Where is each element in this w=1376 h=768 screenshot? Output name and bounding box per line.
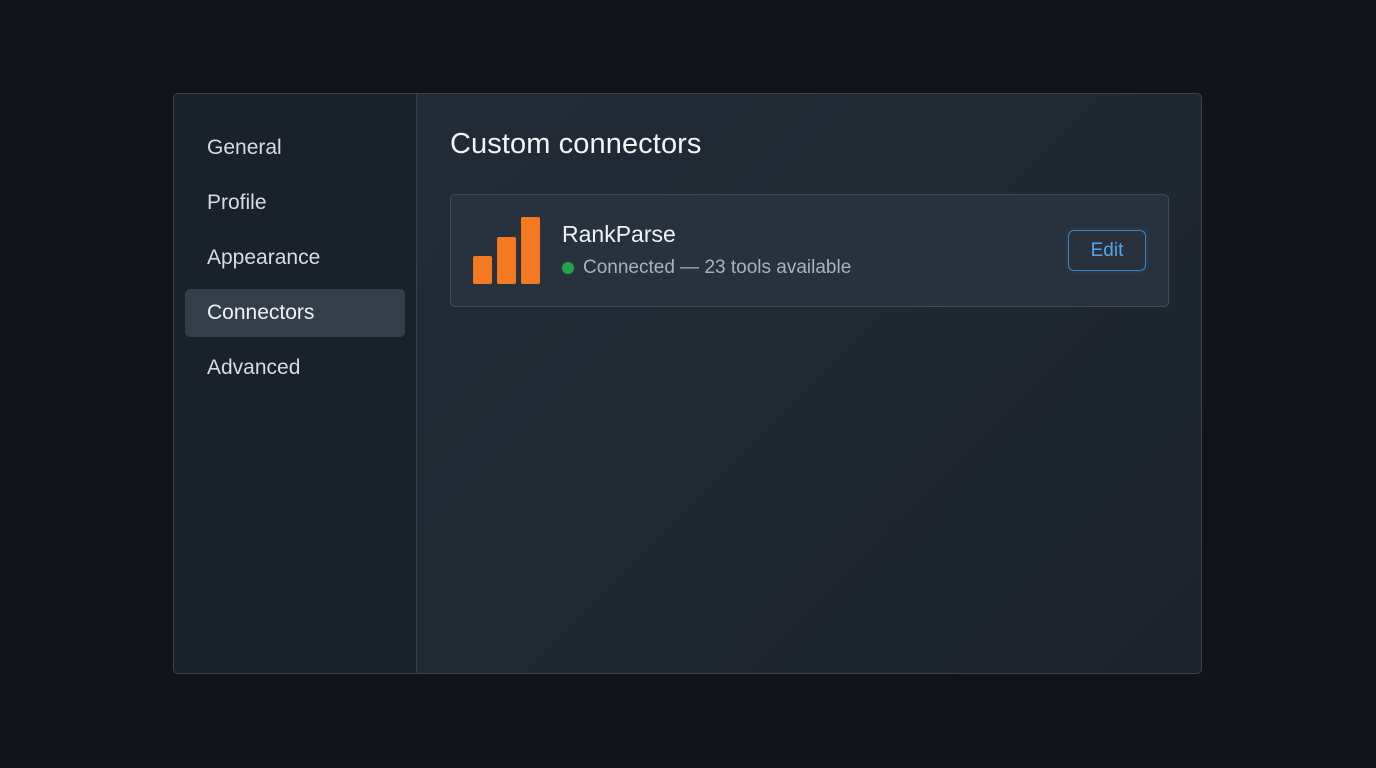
connector-status-text: Connected — 23 tools available [583, 257, 852, 278]
sidebar-item-appearance[interactable]: Appearance [185, 234, 405, 282]
bar-chart-icon [473, 217, 541, 285]
connector-name: RankParse [562, 221, 676, 247]
connector-info: RankParse Connected — 23 tools available [562, 221, 851, 279]
connector-card: RankParse Connected — 23 tools available… [450, 194, 1169, 307]
settings-window: General Profile Appearance Connectors Ad… [173, 93, 1202, 674]
connector-status: Connected — 23 tools available [562, 257, 851, 279]
page-title: Custom connectors [450, 128, 702, 160]
main-content: Custom connectors RankParse Connected — … [417, 94, 1201, 673]
edit-button[interactable]: Edit [1068, 230, 1146, 271]
status-dot-icon [562, 262, 574, 274]
sidebar-item-advanced[interactable]: Advanced [185, 344, 405, 392]
sidebar-item-connectors[interactable]: Connectors [185, 289, 405, 337]
sidebar-item-general[interactable]: General [185, 124, 405, 172]
settings-sidebar: General Profile Appearance Connectors Ad… [174, 94, 417, 673]
sidebar-item-profile[interactable]: Profile [185, 179, 405, 227]
